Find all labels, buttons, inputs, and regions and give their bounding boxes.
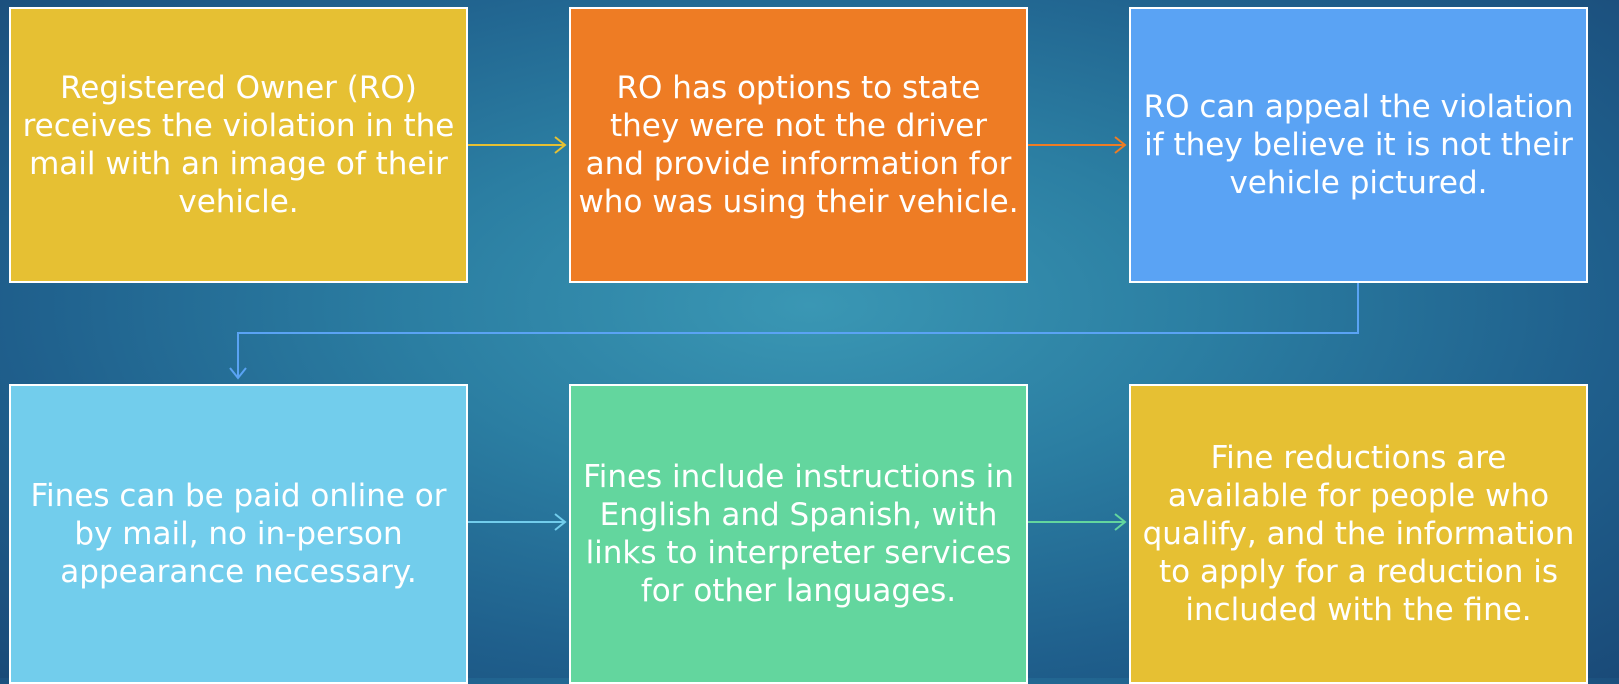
step-6-text: Fine reductions are available for people… [1142, 440, 1575, 628]
step-6-box: Fine reductions are available for people… [1129, 384, 1588, 684]
step-3-box: RO can appeal the violation if they beli… [1129, 7, 1588, 283]
step-1-text: Registered Owner (RO) receives the viola… [22, 70, 455, 220]
step-4-box: Fines can be paid online or by mail, no … [9, 384, 468, 684]
step-5-box: Fines include instructions in English an… [569, 384, 1028, 684]
step-5-text: Fines include instructions in English an… [583, 459, 1014, 609]
arrow-step3-to-step4 [229, 283, 1359, 380]
arrow-step4-to-step5 [468, 513, 567, 531]
step-4-text: Fines can be paid online or by mail, no … [30, 478, 447, 590]
step-3-text: RO can appeal the violation if they beli… [1143, 89, 1574, 201]
arrow-step1-to-step2 [468, 136, 567, 154]
step-1-box: Registered Owner (RO) receives the viola… [9, 7, 468, 283]
arrow-step5-to-step6 [1028, 513, 1127, 531]
step-2-text: RO has options to state they were not th… [578, 70, 1019, 220]
arrow-step2-to-step3 [1028, 136, 1127, 154]
step-2-box: RO has options to state they were not th… [569, 7, 1028, 283]
